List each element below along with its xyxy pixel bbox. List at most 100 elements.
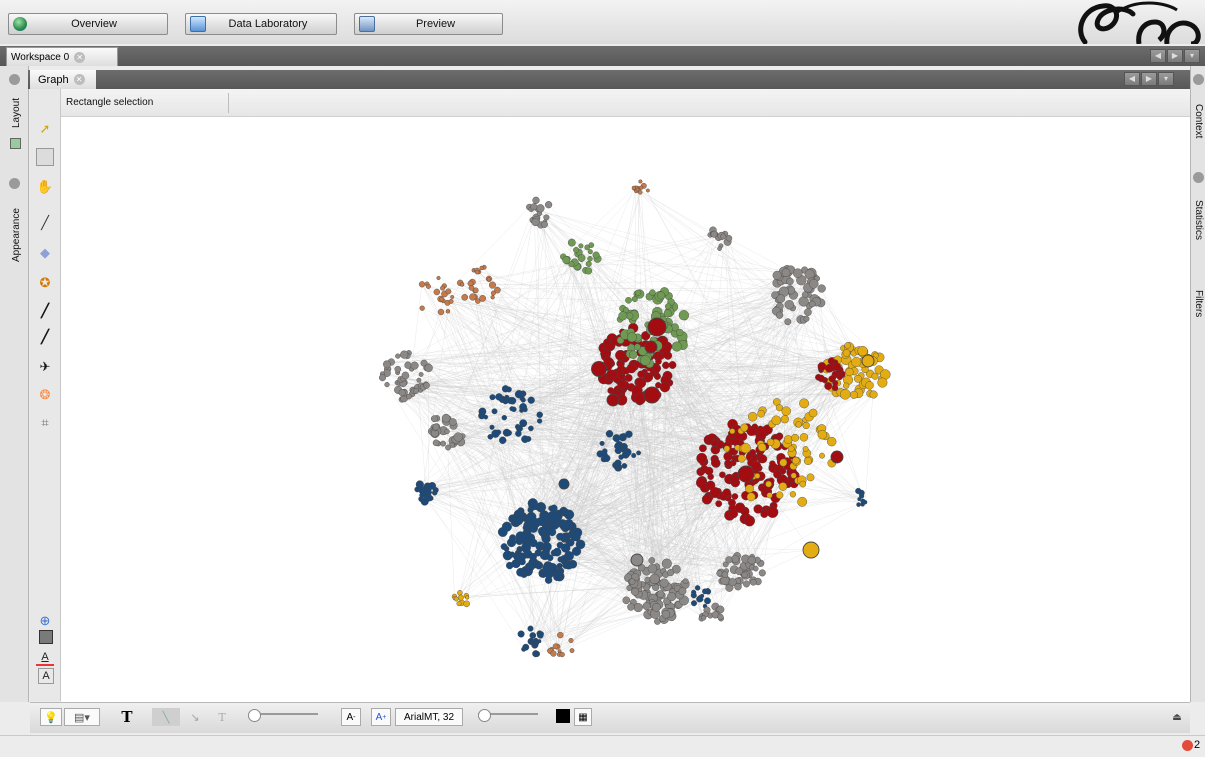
graph-node[interactable] bbox=[623, 597, 630, 604]
graph-node[interactable] bbox=[578, 254, 585, 261]
graph-node[interactable] bbox=[632, 296, 638, 302]
graph-node[interactable] bbox=[585, 268, 592, 275]
graph-node[interactable] bbox=[440, 297, 444, 301]
workspace-tab[interactable]: Workspace 0 ✕ bbox=[6, 47, 118, 66]
graph-node[interactable] bbox=[579, 244, 584, 249]
graph-node[interactable] bbox=[425, 364, 433, 372]
graph-node[interactable] bbox=[718, 247, 722, 251]
scroll-left-icon[interactable]: ◀ bbox=[1124, 72, 1140, 86]
graph-node[interactable] bbox=[618, 381, 626, 389]
graph-node[interactable] bbox=[592, 362, 607, 377]
graph-node[interactable] bbox=[639, 180, 643, 184]
graph-node[interactable] bbox=[829, 376, 836, 383]
graph-node[interactable] bbox=[458, 595, 463, 600]
graph-node[interactable] bbox=[602, 449, 607, 454]
graph-node[interactable] bbox=[550, 505, 557, 512]
error-circle-icon[interactable] bbox=[1182, 740, 1193, 751]
graph-node[interactable] bbox=[793, 269, 802, 278]
graph-node[interactable] bbox=[625, 374, 632, 381]
graph-node[interactable] bbox=[532, 650, 539, 657]
graph-node[interactable] bbox=[857, 503, 861, 507]
graph-node[interactable] bbox=[519, 403, 526, 410]
graph-node[interactable] bbox=[588, 249, 593, 254]
graph-node[interactable] bbox=[699, 597, 703, 601]
graph-node[interactable] bbox=[750, 579, 756, 585]
graph-node[interactable] bbox=[399, 389, 406, 396]
graph-node[interactable] bbox=[669, 361, 676, 368]
graph-node[interactable] bbox=[701, 616, 706, 621]
graph-node[interactable] bbox=[655, 358, 661, 364]
attributes-icon[interactable]: ▦ bbox=[574, 708, 592, 726]
background-color-icon[interactable] bbox=[39, 630, 53, 644]
graph-node[interactable] bbox=[741, 424, 749, 432]
graph-node[interactable] bbox=[729, 509, 738, 518]
graph-node[interactable] bbox=[854, 375, 861, 382]
graph-node[interactable] bbox=[767, 493, 773, 499]
graph-node[interactable] bbox=[612, 462, 619, 469]
font-size-up-button[interactable]: A+ bbox=[371, 708, 391, 726]
graph-node[interactable] bbox=[767, 439, 774, 446]
graph-node[interactable] bbox=[866, 381, 874, 389]
graph-node[interactable] bbox=[636, 451, 640, 455]
graph-node[interactable] bbox=[511, 407, 516, 412]
graph-node[interactable] bbox=[724, 446, 730, 452]
graph-node[interactable] bbox=[759, 455, 767, 463]
graph-node[interactable] bbox=[718, 614, 724, 620]
graph-node[interactable] bbox=[738, 455, 746, 463]
graph-node[interactable] bbox=[534, 561, 541, 568]
graph-node[interactable] bbox=[530, 632, 536, 638]
graph-node[interactable] bbox=[627, 313, 634, 320]
graph-node[interactable] bbox=[777, 295, 785, 303]
graph-node[interactable] bbox=[711, 231, 717, 237]
graph-node[interactable] bbox=[487, 278, 491, 282]
graph-node[interactable] bbox=[846, 368, 854, 376]
graph-node[interactable] bbox=[831, 451, 843, 463]
graph-node[interactable] bbox=[400, 351, 408, 359]
graph-node[interactable] bbox=[442, 414, 450, 422]
graph-node[interactable] bbox=[532, 218, 540, 226]
graph-node[interactable] bbox=[645, 341, 657, 353]
pencil-icon[interactable]: ╱ bbox=[36, 302, 54, 320]
graph-node[interactable] bbox=[676, 329, 683, 336]
graph-node[interactable] bbox=[792, 457, 799, 464]
graph-node[interactable] bbox=[719, 472, 725, 478]
graph-node[interactable] bbox=[411, 362, 419, 370]
graph-node[interactable] bbox=[738, 466, 754, 482]
graph-node[interactable] bbox=[563, 256, 570, 263]
graph-node[interactable] bbox=[772, 416, 781, 425]
graph-node[interactable] bbox=[627, 604, 634, 611]
graph-node[interactable] bbox=[803, 446, 808, 451]
graph-node[interactable] bbox=[516, 568, 524, 576]
edge-straight-icon[interactable]: ╲ bbox=[152, 708, 180, 726]
graph-node[interactable] bbox=[649, 557, 655, 563]
graph-node[interactable] bbox=[512, 520, 517, 525]
graph-node[interactable] bbox=[496, 393, 503, 400]
graph-node[interactable] bbox=[585, 245, 590, 250]
network-graph[interactable] bbox=[61, 117, 1190, 702]
graph-node[interactable] bbox=[531, 204, 538, 211]
graph-node[interactable] bbox=[862, 355, 874, 367]
graph-node[interactable] bbox=[776, 492, 783, 499]
graph-node[interactable] bbox=[870, 391, 878, 399]
graph-node[interactable] bbox=[726, 557, 733, 564]
graph-node[interactable] bbox=[445, 429, 450, 434]
label-color-icon[interactable]: A bbox=[36, 650, 54, 666]
graph-node[interactable] bbox=[780, 459, 787, 466]
graph-node[interactable] bbox=[593, 252, 600, 259]
graph-node[interactable] bbox=[672, 342, 682, 352]
graph-node[interactable] bbox=[492, 430, 500, 438]
graph-node[interactable] bbox=[506, 562, 513, 569]
graph-node[interactable] bbox=[510, 552, 515, 557]
graph-node[interactable] bbox=[419, 281, 425, 287]
graph-node[interactable] bbox=[819, 453, 824, 458]
graph-node[interactable] bbox=[454, 433, 463, 442]
graph-node[interactable] bbox=[502, 415, 507, 420]
graph-node[interactable] bbox=[621, 447, 627, 453]
graph-node[interactable] bbox=[828, 358, 835, 365]
graph-node[interactable] bbox=[648, 318, 666, 336]
scroll-right-icon[interactable]: ▶ bbox=[1141, 72, 1157, 86]
graph-node[interactable] bbox=[464, 601, 470, 607]
graph-node[interactable] bbox=[498, 527, 507, 536]
graph-node[interactable] bbox=[711, 440, 718, 447]
graph-node[interactable] bbox=[809, 409, 817, 417]
